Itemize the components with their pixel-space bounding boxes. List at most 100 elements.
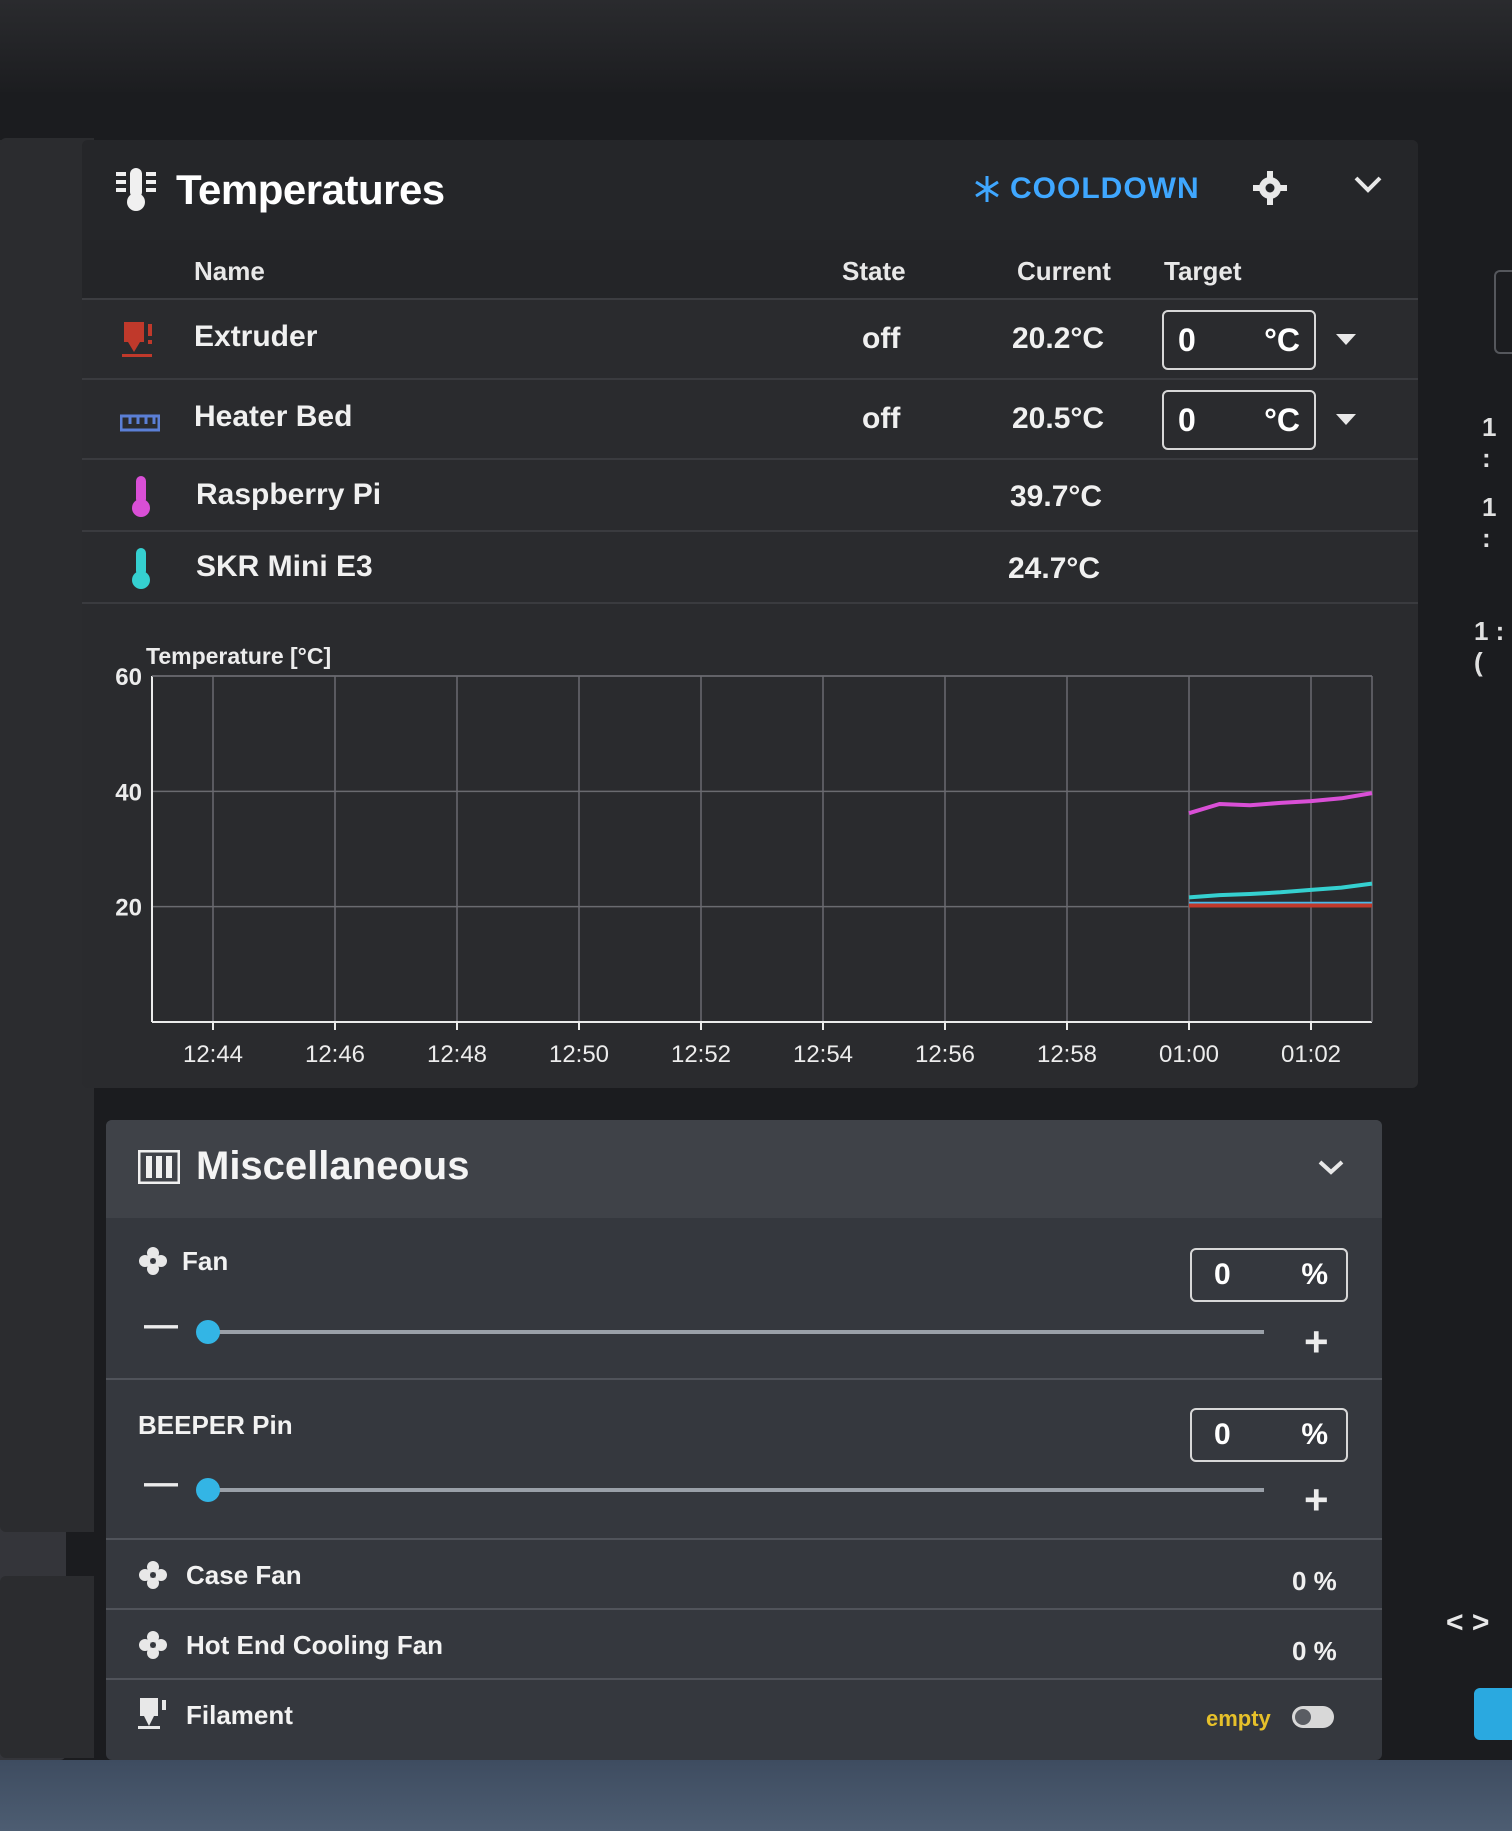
sensor-name: SKR Mini E3	[196, 550, 373, 583]
series-line-0	[1188, 791, 1373, 816]
right-time-1: 1 :	[1482, 412, 1497, 473]
hotend-fan-label: Hot End Cooling Fan	[186, 1630, 444, 1660]
cooldown-button[interactable]: COOLDOWN	[972, 172, 1200, 206]
x-tick-label: 12:58	[1037, 1041, 1097, 1068]
hotend-fan-row: Hot End Cooling Fan 0 %	[106, 1610, 1382, 1680]
sensor-name: Raspberry Pi	[196, 478, 382, 511]
column-state: State	[842, 256, 906, 286]
x-tick-label: 12:56	[915, 1041, 975, 1068]
filament-label: Filament	[186, 1700, 293, 1730]
fan-label: Fan	[182, 1246, 229, 1276]
fan-speed-value: 0	[1214, 1258, 1231, 1291]
fan-speed-unit: %	[1301, 1258, 1328, 1291]
fan-icon	[139, 1561, 167, 1589]
miscellaneous-panel: Miscellaneous Fan 0 % — + BEEPER Pin 0 %…	[106, 1120, 1382, 1760]
beeper-slider-knob[interactable]	[196, 1478, 220, 1502]
target-value: 0	[1178, 322, 1196, 358]
right-time-3: 1 :(	[1474, 616, 1505, 677]
beeper-increase-button[interactable]: +	[1304, 1476, 1329, 1524]
column-name: Name	[194, 256, 265, 286]
beeper-input[interactable]: 0 %	[1190, 1408, 1348, 1462]
chevron-down-icon[interactable]	[1316, 1158, 1346, 1178]
temperature-chart: 20 40 60 12:44 12:46 12:48 12:50 12:52 12:54 12:5…	[104, 632, 1404, 1072]
hotend-fan-value: 0 %	[1292, 1636, 1337, 1666]
thermometer-panel-icon	[116, 168, 156, 211]
beeper-unit: %	[1301, 1418, 1328, 1451]
target-unit: °C	[1264, 402, 1300, 438]
monitor-bezel-top	[0, 0, 1512, 92]
right-blue-button[interactable]	[1474, 1688, 1512, 1740]
extruder-target-input[interactable]: 0 °C	[1162, 310, 1316, 370]
temperatures-header: Temperatures COOLDOWN	[82, 140, 1418, 240]
beeper-slider-track[interactable]	[208, 1488, 1264, 1492]
right-panel-fragment-2	[0, 1576, 94, 1758]
fan-decrease-button[interactable]: —	[144, 1306, 178, 1345]
x-tick-label: 01:00	[1159, 1041, 1219, 1068]
fan-slider-track[interactable]	[208, 1330, 1264, 1334]
heater-current: 20.2°C	[1012, 322, 1105, 355]
monitor-bezel-bottom	[0, 1760, 1512, 1831]
x-tick-label: 12:52	[671, 1041, 731, 1068]
thermometer-icon	[132, 476, 150, 517]
x-tick-label: 12:54	[793, 1041, 853, 1068]
case-fan-row: Case Fan 0 %	[106, 1540, 1382, 1610]
fan-slider-knob[interactable]	[196, 1320, 220, 1344]
filament-row: Filament empty	[106, 1680, 1382, 1750]
heater-current: 20.5°C	[1012, 402, 1105, 435]
case-fan-value: 0 %	[1292, 1566, 1337, 1596]
table-row-raspberry-pi: Raspberry Pi 39.7°C	[82, 460, 1418, 532]
table-row-skr-mini-e3: SKR Mini E3 24.7°C	[82, 532, 1418, 604]
miscellaneous-title: Miscellaneous	[196, 1144, 470, 1188]
temperatures-table-header: Name State Current Target	[82, 240, 1418, 300]
chevron-down-icon[interactable]	[1352, 174, 1384, 196]
code-icon[interactable]: < >	[1446, 1606, 1489, 1640]
table-row-heater-bed: Heater Bed off 20.5°C 0 °C	[82, 380, 1418, 460]
column-current: Current	[1017, 256, 1111, 286]
gear-icon[interactable]	[1252, 170, 1288, 206]
fan-speed-input[interactable]: 0 %	[1190, 1248, 1348, 1302]
x-tick-label: 12:44	[183, 1041, 243, 1068]
heater-bed-icon	[120, 414, 160, 432]
column-target: Target	[1164, 256, 1242, 286]
x-tick-label: 12:50	[549, 1041, 609, 1068]
beeper-row: BEEPER Pin 0 % — +	[106, 1380, 1382, 1540]
extruder-icon	[122, 322, 152, 357]
miscellaneous-header: Miscellaneous	[106, 1120, 1382, 1218]
heater-name: Heater Bed	[194, 400, 353, 433]
fan-icon	[139, 1247, 167, 1275]
beeper-value: 0	[1214, 1418, 1231, 1451]
sensor-current: 39.7°C	[1010, 480, 1103, 513]
y-tick-label: 20	[115, 895, 142, 922]
sliders-panel-icon	[138, 1150, 180, 1184]
right-input-fragment[interactable]	[1494, 270, 1512, 354]
temperatures-panel: Temperatures COOLDOWN Name State Current…	[82, 140, 1418, 1088]
x-tick-label: 01:02	[1281, 1041, 1341, 1068]
series-line-1	[1188, 881, 1373, 900]
beeper-label: BEEPER Pin	[138, 1410, 293, 1440]
x-tick-label: 12:48	[427, 1041, 487, 1068]
filament-status: empty	[1206, 1706, 1271, 1731]
extruder-target-dropdown[interactable]	[1336, 334, 1356, 345]
y-tick-label: 40	[115, 779, 142, 806]
filament-sensor-icon	[138, 1698, 166, 1729]
right-time-2: 1 :	[1482, 492, 1497, 553]
x-tick-label: 12:46	[305, 1041, 365, 1068]
fan-increase-button[interactable]: +	[1304, 1318, 1329, 1366]
right-panel-fragment	[0, 138, 94, 1532]
filament-sensor-toggle[interactable]	[1292, 1706, 1334, 1728]
target-unit: °C	[1264, 322, 1300, 358]
temperature-chart-svg: 20 40 60 12:44 12:46 12:48 12:50 12:52 12:54 12:5…	[115, 643, 1373, 1068]
target-value: 0	[1178, 402, 1196, 438]
case-fan-label: Case Fan	[186, 1560, 302, 1590]
heater-bed-target-dropdown[interactable]	[1336, 414, 1356, 425]
fan-icon	[139, 1631, 167, 1659]
y-axis-title: Temperature [°C]	[146, 643, 331, 669]
beeper-decrease-button[interactable]: —	[144, 1464, 178, 1503]
sensor-current: 24.7°C	[1008, 552, 1101, 585]
heater-bed-target-input[interactable]: 0 °C	[1162, 390, 1316, 450]
cooldown-label: COOLDOWN	[1010, 172, 1200, 205]
temperatures-title: Temperatures	[176, 166, 445, 213]
heater-name: Extruder	[194, 320, 318, 353]
heater-state: off	[862, 322, 901, 355]
fan-row: Fan 0 % — +	[106, 1218, 1382, 1380]
